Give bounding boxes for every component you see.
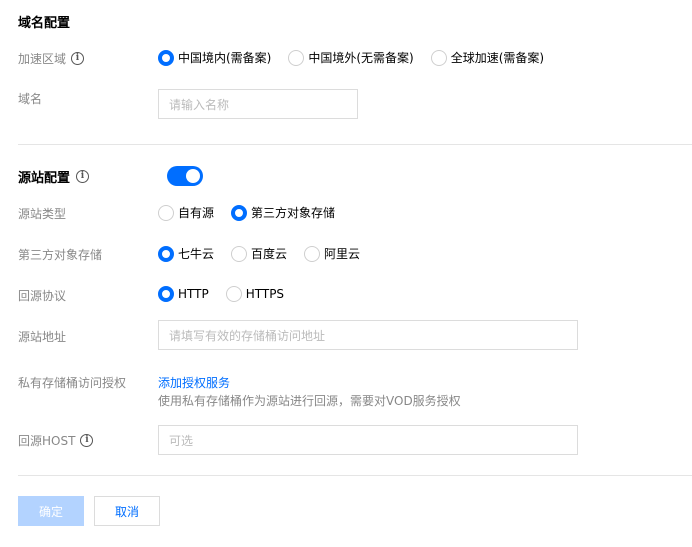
storage-radio-group: 七牛云 百度云 阿里云 [158, 245, 377, 262]
storage-option-baidu-label: 百度云 [251, 247, 288, 261]
info-icon[interactable]: i [71, 52, 85, 65]
radio-unchecked-icon[interactable] [288, 49, 305, 66]
origin-type-third-party-label: 第三方对象存储 [251, 206, 336, 220]
protocol-option-http[interactable]: HTTP [158, 286, 209, 302]
region-radio-group: 中国境内(需备案) 中国境外(无需备案) 全球加速(需备案) [158, 49, 561, 66]
region-option-domestic-label: 中国境内(需备案) [178, 51, 272, 65]
domain-input[interactable]: 请输入名称 [158, 89, 358, 119]
origin-config-title: 源站配置 i [18, 167, 90, 186]
storage-option-aliyun-label: 阿里云 [324, 247, 361, 261]
radio-checked-icon[interactable] [158, 245, 174, 262]
protocol-radio-group: HTTP HTTPS [158, 286, 301, 302]
radio-unchecked-icon[interactable] [225, 286, 242, 302]
origin-config-title-text: 源站配置 [18, 171, 71, 186]
protocol-option-http-label: HTTP [178, 287, 209, 301]
radio-unchecked-icon[interactable] [430, 49, 447, 66]
domain-label: 域名 [18, 90, 42, 107]
origin-type-label-text: 源站类型 [18, 207, 67, 221]
auth-label-text: 私有存储桶访问授权 [18, 376, 127, 390]
origin-type-own-label: 自有源 [178, 206, 215, 220]
toggle-knob [186, 169, 200, 183]
storage-label: 第三方对象存储 [18, 246, 102, 263]
radio-unchecked-icon[interactable] [158, 204, 174, 221]
region-label-text: 加速区域 [18, 52, 67, 66]
auth-label: 私有存储桶访问授权 [18, 374, 126, 391]
cancel-button[interactable]: 取消 [94, 496, 160, 526]
confirm-button[interactable]: 确定 [18, 496, 84, 526]
storage-option-qiniu-label: 七牛云 [178, 247, 215, 261]
host-input-placeholder: 可选 [169, 433, 194, 448]
domain-label-text: 域名 [18, 92, 43, 106]
origin-config-toggle[interactable] [167, 166, 203, 186]
domain-input-placeholder: 请输入名称 [169, 97, 230, 112]
region-option-domestic[interactable]: 中国境内(需备案) [158, 49, 271, 66]
add-auth-service-link[interactable]: 添加授权服务 [158, 374, 230, 391]
origin-type-label: 源站类型 [18, 205, 66, 222]
region-option-overseas-label: 中国境外(无需备案) [308, 51, 414, 65]
protocol-option-https[interactable]: HTTPS [225, 286, 285, 302]
info-icon[interactable]: i [76, 170, 90, 183]
protocol-option-https-label: HTTPS [245, 287, 285, 301]
domain-config-title: 域名配置 [18, 12, 70, 31]
origin-address-placeholder: 请填写有效的存储桶访问地址 [169, 328, 326, 343]
host-label: 回源HOST i [18, 432, 94, 449]
region-option-overseas[interactable]: 中国境外(无需备案) [288, 49, 414, 66]
protocol-label: 回源协议 [18, 287, 66, 304]
info-icon[interactable]: i [80, 434, 94, 447]
radio-unchecked-icon[interactable] [304, 245, 321, 262]
radio-unchecked-icon[interactable] [231, 245, 248, 262]
region-option-global[interactable]: 全球加速(需备案) [430, 49, 545, 66]
radio-checked-icon[interactable] [158, 286, 174, 302]
protocol-label-text: 回源协议 [18, 289, 67, 303]
region-option-global-label: 全球加速(需备案) [450, 51, 545, 65]
domain-config-title-text: 域名配置 [18, 16, 71, 31]
host-input[interactable]: 可选 [158, 425, 578, 455]
storage-option-qiniu[interactable]: 七牛云 [158, 245, 214, 262]
storage-label-text: 第三方对象存储 [18, 248, 103, 262]
address-label-text: 源站地址 [18, 330, 67, 344]
section-divider [18, 144, 692, 145]
host-label-text: 回源HOST [18, 434, 76, 448]
auth-helper-text: 使用私有存储桶作为源站进行回源，需要对VOD服务授权 [158, 394, 461, 408]
origin-type-radio-group: 自有源 第三方对象存储 [158, 204, 352, 221]
origin-address-input[interactable]: 请填写有效的存储桶访问地址 [158, 320, 578, 350]
address-label: 源站地址 [18, 328, 66, 345]
origin-type-third-party[interactable]: 第三方对象存储 [231, 204, 335, 221]
origin-type-own[interactable]: 自有源 [158, 204, 214, 221]
radio-checked-icon[interactable] [158, 49, 174, 66]
storage-option-baidu[interactable]: 百度云 [231, 245, 287, 262]
region-label: 加速区域 i [18, 50, 85, 67]
actions-divider [18, 475, 692, 476]
storage-option-aliyun[interactable]: 阿里云 [304, 245, 360, 262]
radio-checked-icon[interactable] [231, 204, 248, 221]
